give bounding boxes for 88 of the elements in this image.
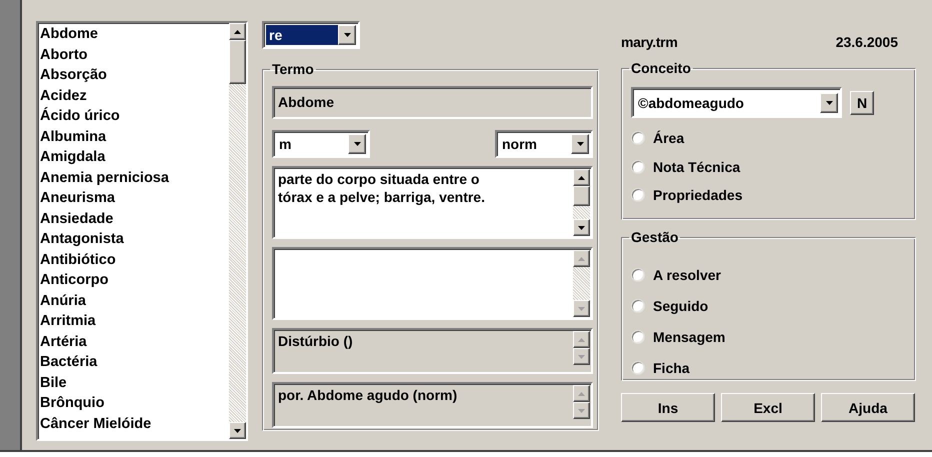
arrow-up-icon <box>578 176 585 180</box>
action-button[interactable]: Ajuda <box>821 393 915 422</box>
concept-dropdown[interactable]: ©abdomeagudo <box>631 87 842 118</box>
scroll-down-button[interactable] <box>573 219 590 236</box>
list-item[interactable]: Abdome <box>40 24 229 44</box>
notes-field[interactable] <box>272 247 593 320</box>
scroll-up-button[interactable] <box>229 23 246 40</box>
dropdown-button[interactable] <box>571 134 589 154</box>
arrow-down-icon <box>344 33 350 37</box>
list-item[interactable]: Artéria <box>40 332 229 352</box>
dropdown-button[interactable] <box>348 134 366 154</box>
radio-label[interactable]: Nota Técnica <box>653 158 740 175</box>
radio-label[interactable]: Propriedades <box>653 187 742 204</box>
dropdown-button[interactable] <box>820 92 838 112</box>
arrow-down-icon <box>578 226 585 230</box>
scroll-down-button[interactable] <box>573 348 590 365</box>
list-item[interactable]: Câncer Mielóide <box>40 414 229 434</box>
arrow-down-icon <box>576 142 584 146</box>
arrow-down-icon <box>578 408 585 412</box>
list-item[interactable]: Antagonista <box>40 229 229 250</box>
list-item[interactable]: Absorção <box>40 65 229 86</box>
scroll-up-button[interactable] <box>573 331 590 348</box>
radio-button[interactable] <box>631 268 645 282</box>
scroll-up-button[interactable] <box>573 250 590 267</box>
list-item[interactable]: Aborto <box>40 44 229 65</box>
gender-dropdown[interactable]: m <box>272 130 370 158</box>
list-item[interactable]: Brônquio <box>40 393 229 414</box>
category-field[interactable]: Distúrbio () <box>272 328 593 374</box>
scrollbar[interactable] <box>573 250 590 317</box>
arrow-down-icon <box>234 428 241 432</box>
new-button[interactable]: N <box>850 90 874 114</box>
scrollbar-thumb[interactable] <box>229 40 246 84</box>
radio-button[interactable] <box>631 188 645 202</box>
date-label: 23.6.2005 <box>836 34 898 50</box>
scroll-up-button[interactable] <box>573 169 590 186</box>
arrow-up-icon <box>234 30 241 34</box>
radio-label[interactable]: Seguido <box>653 298 708 314</box>
radio-button[interactable] <box>631 298 645 312</box>
scrollbar-thumb[interactable] <box>573 186 590 206</box>
arrow-down-icon <box>354 142 360 146</box>
list-item[interactable]: Acidez <box>40 86 229 106</box>
list-item[interactable]: Bactéria <box>40 352 229 372</box>
list-item[interactable]: Ácido úrico <box>40 106 229 126</box>
group-title: Termo <box>271 61 315 77</box>
arrow-down-icon <box>578 354 585 358</box>
relation-text: por. Abdome agudo (norm) <box>277 386 458 405</box>
radio-button[interactable] <box>631 131 645 146</box>
list-item[interactable]: Anúria <box>40 290 229 311</box>
status-dropdown[interactable]: norm <box>495 130 593 158</box>
list-item[interactable]: Arritmia <box>40 311 229 332</box>
radio-button[interactable] <box>631 160 645 174</box>
scrollbar[interactable] <box>229 23 246 439</box>
language-dropdown[interactable]: re <box>262 21 360 49</box>
list-item[interactable]: Albumina <box>40 126 229 147</box>
radio-label[interactable]: Ficha <box>653 360 690 376</box>
scroll-up-button[interactable] <box>573 385 590 402</box>
list-item[interactable]: Aneurisma <box>40 188 229 208</box>
scrollbar[interactable] <box>573 169 590 236</box>
list-item[interactable]: Ansiedade <box>40 208 229 229</box>
definition-field[interactable]: parte do corpo situada entre o tórax e a pelve; barriga, ventre. <box>272 166 593 239</box>
list-item[interactable]: Antibiótico <box>40 250 229 270</box>
list-item[interactable]: Anemia perniciosa <box>40 168 229 188</box>
list-item[interactable]: Anticorpo <box>40 270 229 290</box>
list-item[interactable]: Bile <box>40 372 229 393</box>
relation-field[interactable]: por. Abdome agudo (norm) <box>272 382 593 428</box>
definition-text: parte do corpo situada entre o tórax e a pelve; barriga, ventre. <box>277 170 486 207</box>
radio-button[interactable] <box>631 360 645 374</box>
list-item[interactable]: Amigdala <box>40 147 229 168</box>
radio-label[interactable]: Área <box>653 130 684 146</box>
group-title: Conceito <box>630 60 692 76</box>
file-name: mary.trm <box>621 34 678 50</box>
group-title: Gestão <box>630 229 680 245</box>
scroll-down-button[interactable] <box>573 402 590 419</box>
arrow-up-icon <box>578 256 585 260</box>
dropdown-button[interactable] <box>338 25 356 45</box>
term-field[interactable]: Abdome <box>272 86 593 119</box>
radio-label[interactable]: Mensagem <box>653 328 726 344</box>
category-text: Distúrbio () <box>277 332 354 351</box>
radio-button[interactable] <box>631 330 645 344</box>
action-button[interactable]: Excl <box>721 393 815 422</box>
action-button[interactable]: Ins <box>621 393 715 422</box>
arrow-down-icon <box>578 306 585 310</box>
arrow-up-icon <box>578 392 585 396</box>
radio-label[interactable]: A resolver <box>653 266 721 282</box>
scroll-down-button[interactable] <box>229 422 246 439</box>
arrow-down-icon <box>826 100 832 104</box>
scroll-down-button[interactable] <box>573 300 590 317</box>
arrow-up-icon <box>578 338 585 342</box>
